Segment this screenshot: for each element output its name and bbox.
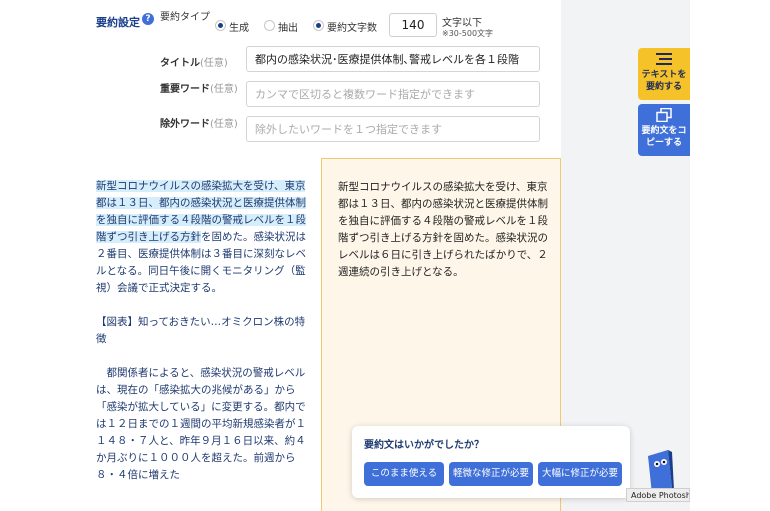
tooltip: Adobe Photoshop [626, 488, 690, 502]
radio-extract[interactable] [264, 20, 275, 31]
list-icon [656, 53, 672, 65]
summary-text: 新型コロナウイルスの感染拡大を受け、東京都は１３日、都内の感染状況と医療提供体制… [338, 181, 548, 278]
feedback-question: 要約文はいかがでしたか？ [364, 440, 484, 451]
exclude-optional: (任意) [210, 119, 238, 130]
summarize-button[interactable]: テキストを要約する [638, 48, 690, 100]
char-range-note: ※30-500文字 [442, 29, 494, 38]
feedback-card: 要約文はいかがでしたか？ このまま使える 軽微な修正が必要 大幅に修正が必要 [352, 426, 630, 498]
title-label-text: タイトル [160, 58, 200, 69]
radio-generate-label: 生成 [229, 23, 249, 34]
exclude-label-text: 除外ワード [160, 119, 210, 130]
source-paragraph-2: 【図表】知っておきたい…オミクロン株の特徴 [96, 316, 306, 345]
radio-generate[interactable] [215, 20, 226, 31]
title-optional: (任意) [200, 58, 228, 69]
keyword-label: 重要ワード(任意) [160, 83, 240, 97]
summarizer-app: 要約設定 ? 要約タイプ 生成 抽出 要約文字数 140 文字以下 ※30-50… [80, 0, 690, 511]
char-count-input[interactable]: 140 [389, 13, 437, 37]
source-paragraph-3: 都関係者によると、感染状況の警戒レベルは、現在の「感染拡大の兆候がある」から「感… [96, 367, 306, 481]
settings-section-label: 要約設定 [96, 16, 140, 29]
settings-panel: 要約設定 ? 要約タイプ 生成 抽出 要約文字数 140 文字以下 ※30-50… [80, 0, 561, 158]
feedback-ok-button[interactable]: このまま使える [364, 462, 444, 486]
right-margin [690, 0, 770, 511]
left-margin [0, 0, 80, 511]
title-field[interactable]: 都内の感染状況･医療提供体制､警戒レベルを各１段階 [246, 46, 540, 72]
radio-char-count[interactable] [313, 20, 324, 31]
keyword-optional: (任意) [210, 84, 238, 95]
copy-summary-button-label: 要約文をコピーする [641, 126, 687, 148]
feedback-major-button[interactable]: 大幅に修正が必要 [538, 462, 622, 486]
question-icon[interactable]: ? [142, 13, 154, 25]
summarize-button-label: テキストを要約する [641, 70, 687, 92]
summary-type-label: 要約タイプ [160, 12, 210, 23]
copy-icon [656, 108, 672, 122]
exclude-field[interactable]: 除外したいワードを１つ指定できます [246, 116, 540, 142]
source-paragraph-1: 新型コロナウイルスの感染拡大を受け、東京都は１３日、都内の感染状況と医療提供体制… [96, 178, 308, 297]
radio-extract-label: 抽出 [278, 23, 298, 34]
char-unit-label: 文字以下 [442, 18, 482, 29]
radio-char-count-label: 要約文字数 [327, 23, 377, 34]
source-text-pane[interactable]: 新型コロナウイルスの感染拡大を受け、東京都は１３日、都内の感染状況と医療提供体制… [80, 158, 321, 511]
copy-summary-button[interactable]: 要約文をコピーする [638, 104, 690, 156]
exclude-label: 除外ワード(任意) [160, 118, 240, 132]
feedback-minor-button[interactable]: 軽微な修正が必要 [449, 462, 533, 486]
source-text[interactable]: 新型コロナウイルスの感染拡大を受け、東京都は１３日、都内の感染状況と医療提供体制… [96, 178, 308, 484]
keyword-field[interactable]: カンマで区切ると複数ワード指定ができます [246, 81, 540, 107]
keyword-label-text: 重要ワード [160, 84, 210, 95]
title-label: タイトル(任意) [160, 54, 228, 69]
